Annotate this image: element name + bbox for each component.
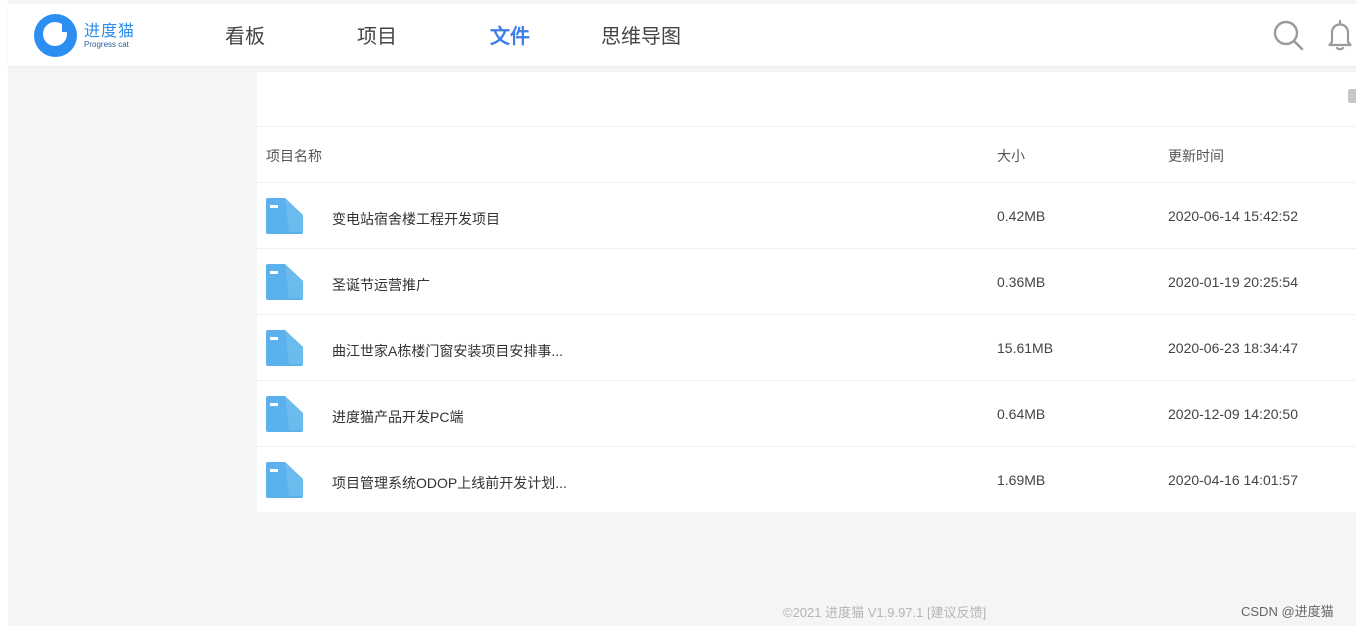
row-update-time: 2020-06-23 18:34:47 [1168, 340, 1298, 356]
header-size: 大小 [997, 148, 1025, 164]
nav-tab-projects[interactable]: 项目 [357, 20, 397, 49]
brand-logo[interactable]: 进度猫 Progress cat [34, 14, 144, 58]
row-size: 0.42MB [997, 208, 1046, 224]
brand-subtitle: Progress cat [84, 40, 129, 49]
table-row[interactable]: 项目管理系统ODOP上线前开发计划... 1.69MB 2020-04-16 1… [257, 447, 1356, 513]
cat-logo-icon [34, 14, 77, 57]
csdn-watermark: CSDN @进度猫 [1241, 604, 1334, 619]
folder-icon [266, 396, 303, 432]
row-update-time: 2020-12-09 14:20:50 [1168, 406, 1298, 422]
row-project-name: 圣诞节运营推广 [332, 277, 430, 293]
nav-tab-board[interactable]: 看板 [225, 20, 265, 49]
folder-icon [266, 264, 303, 300]
row-size: 15.61MB [997, 340, 1054, 356]
footer-copyright: ©2021 进度猫 V1.9.97.1 [783, 605, 924, 620]
table-header: 项目名称 大小 更新时间 [257, 127, 1356, 183]
nav-tab-mindmap[interactable]: 思维导图 [601, 20, 681, 49]
search-icon[interactable] [1271, 18, 1305, 52]
left-edge [0, 0, 8, 626]
bell-icon[interactable] [1323, 18, 1356, 52]
folder-icon [266, 198, 303, 234]
header-project-name: 项目名称 [266, 148, 322, 164]
nav-tab-files[interactable]: 文件 [490, 20, 530, 49]
row-size: 1.69MB [997, 472, 1046, 488]
feedback-link[interactable]: [建议反馈] [927, 605, 986, 620]
table-row[interactable]: 进度猫产品开发PC端 0.64MB 2020-12-09 14:20:50 [257, 381, 1356, 447]
row-update-time: 2020-06-14 15:42:52 [1168, 208, 1298, 224]
row-size: 0.36MB [997, 274, 1046, 290]
table-row[interactable]: 变电站宿舍楼工程开发项目 0.42MB 2020-06-14 15:42:52 [257, 183, 1356, 249]
row-update-time: 2020-04-16 14:01:57 [1168, 472, 1298, 488]
row-project-name: 项目管理系统ODOP上线前开发计划... [332, 475, 567, 491]
row-project-name: 进度猫产品开发PC端 [332, 409, 464, 425]
table-row[interactable]: 曲江世家A栋楼门窗安装项目安排事... 15.61MB 2020-06-23 1… [257, 315, 1356, 381]
header-update-time: 更新时间 [1168, 148, 1224, 164]
folder-icon [266, 330, 303, 366]
row-update-time: 2020-01-19 20:25:54 [1168, 274, 1298, 290]
row-project-name: 变电站宿舍楼工程开发项目 [332, 211, 500, 227]
toolbar-action-icon[interactable] [1348, 89, 1356, 103]
file-list-panel: 项目名称 大小 更新时间 变电站宿舍楼工程开发项目 0.42MB 2020-06… [257, 72, 1356, 512]
row-project-name: 曲江世家A栋楼门窗安装项目安排事... [332, 343, 564, 359]
folder-icon [266, 462, 303, 498]
footer: ©2021 进度猫 V1.9.97.1 [建议反馈] [783, 602, 986, 621]
brand-name: 进度猫 [84, 23, 136, 40]
row-size: 0.64MB [997, 406, 1046, 422]
table-row[interactable]: 圣诞节运营推广 0.36MB 2020-01-19 20:25:54 [257, 249, 1356, 315]
panel-toolbar [257, 72, 1356, 127]
top-navigation-bar: 进度猫 Progress cat 看板 项目 文件 思维导图 [8, 4, 1356, 66]
